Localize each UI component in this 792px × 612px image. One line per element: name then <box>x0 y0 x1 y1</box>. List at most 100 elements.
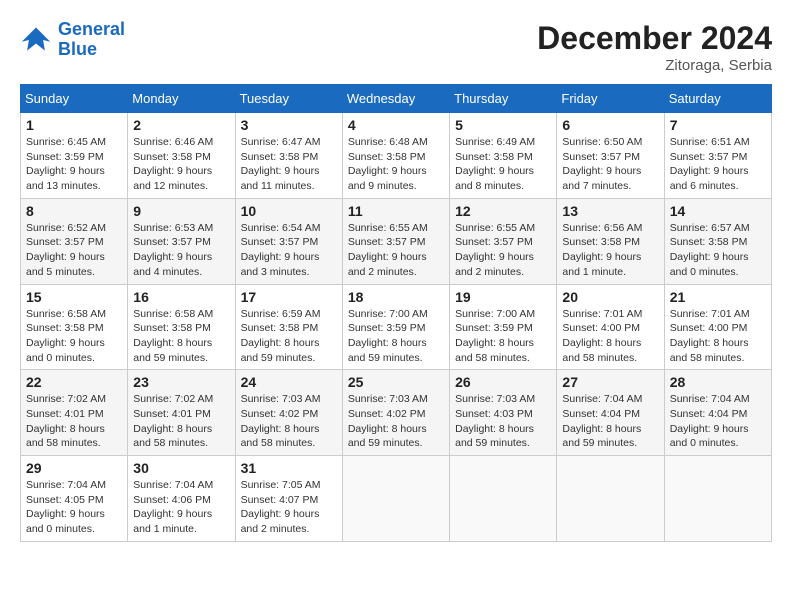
weekday-header-friday: Friday <box>557 85 664 113</box>
day-number: 24 <box>241 374 337 390</box>
day-number: 2 <box>133 117 229 133</box>
day-number: 31 <box>241 460 337 476</box>
calendar-cell: 15 Sunrise: 6:58 AMSunset: 3:58 PMDayligh… <box>21 284 128 370</box>
day-info: Sunrise: 6:58 AMSunset: 3:58 PMDaylight:… <box>133 307 229 366</box>
day-number: 7 <box>670 117 766 133</box>
day-info: Sunrise: 6:46 AMSunset: 3:58 PMDaylight:… <box>133 135 229 194</box>
day-info: Sunrise: 6:51 AMSunset: 3:57 PMDaylight:… <box>670 135 766 194</box>
day-info: Sunrise: 6:55 AMSunset: 3:57 PMDaylight:… <box>455 221 551 280</box>
calendar-cell: 6 Sunrise: 6:50 AMSunset: 3:57 PMDaylight… <box>557 113 664 199</box>
calendar-cell: 24 Sunrise: 7:03 AMSunset: 4:02 PMDayligh… <box>235 370 342 456</box>
day-info: Sunrise: 6:57 AMSunset: 3:58 PMDaylight:… <box>670 221 766 280</box>
day-number: 1 <box>26 117 122 133</box>
day-number: 4 <box>348 117 444 133</box>
day-number: 5 <box>455 117 551 133</box>
calendar-cell: 1 Sunrise: 6:45 AMSunset: 3:59 PMDaylight… <box>21 113 128 199</box>
day-number: 6 <box>562 117 658 133</box>
day-info: Sunrise: 7:04 AMSunset: 4:04 PMDaylight:… <box>670 392 766 451</box>
calendar-cell: 11Sunrise: 6:55 AMSunset: 3:57 PMDayligh… <box>342 198 449 284</box>
page-header: GeneralBlue December 2024 Zitoraga, Serb… <box>20 20 772 74</box>
day-info: Sunrise: 7:05 AMSunset: 4:07 PMDaylight:… <box>241 478 337 537</box>
day-number: 21 <box>670 289 766 305</box>
weekday-header-thursday: Thursday <box>450 85 557 113</box>
day-number: 18 <box>348 289 444 305</box>
calendar-cell: 29 Sunrise: 7:04 AMSunset: 4:05 PMDayligh… <box>21 456 128 542</box>
calendar-cell: 4 Sunrise: 6:48 AMSunset: 3:58 PMDaylight… <box>342 113 449 199</box>
location: Zitoraga, Serbia <box>537 57 772 74</box>
calendar-cell: 17 Sunrise: 6:59 AMSunset: 3:58 PMDayligh… <box>235 284 342 370</box>
calendar-cell <box>664 456 771 542</box>
day-info: Sunrise: 7:00 AMSunset: 3:59 PMDaylight:… <box>348 307 444 366</box>
calendar-cell: 14Sunrise: 6:57 AMSunset: 3:58 PMDayligh… <box>664 198 771 284</box>
calendar-cell: 8Sunrise: 6:52 AMSunset: 3:57 PMDaylight… <box>21 198 128 284</box>
calendar-cell: 10 Sunrise: 6:54 AMSunset: 3:57 PMDayligh… <box>235 198 342 284</box>
day-number: 19 <box>455 289 551 305</box>
calendar-cell: 16 Sunrise: 6:58 AMSunset: 3:58 PMDayligh… <box>128 284 235 370</box>
calendar-cell: 27 Sunrise: 7:04 AMSunset: 4:04 PMDayligh… <box>557 370 664 456</box>
calendar-cell: 2 Sunrise: 6:46 AMSunset: 3:58 PMDaylight… <box>128 113 235 199</box>
day-number: 16 <box>133 289 229 305</box>
day-number: 17 <box>241 289 337 305</box>
day-info: Sunrise: 6:50 AMSunset: 3:57 PMDaylight:… <box>562 135 658 194</box>
day-info: Sunrise: 6:45 AMSunset: 3:59 PMDaylight:… <box>26 135 122 194</box>
day-number: 3 <box>241 117 337 133</box>
calendar-cell <box>557 456 664 542</box>
day-number: 12 <box>455 203 551 219</box>
calendar-cell: 7 Sunrise: 6:51 AMSunset: 3:57 PMDaylight… <box>664 113 771 199</box>
calendar-cell: 28 Sunrise: 7:04 AMSunset: 4:04 PMDayligh… <box>664 370 771 456</box>
calendar-cell: 3 Sunrise: 6:47 AMSunset: 3:58 PMDaylight… <box>235 113 342 199</box>
day-info: Sunrise: 7:01 AMSunset: 4:00 PMDaylight:… <box>670 307 766 366</box>
calendar-cell: 30 Sunrise: 7:04 AMSunset: 4:06 PMDayligh… <box>128 456 235 542</box>
calendar-cell: 9Sunrise: 6:53 AMSunset: 3:57 PMDaylight… <box>128 198 235 284</box>
day-info: Sunrise: 7:04 AMSunset: 4:04 PMDaylight:… <box>562 392 658 451</box>
weekday-header-wednesday: Wednesday <box>342 85 449 113</box>
day-number: 10 <box>241 203 337 219</box>
day-info: Sunrise: 7:03 AMSunset: 4:02 PMDaylight:… <box>241 392 337 451</box>
logo: GeneralBlue <box>20 20 125 60</box>
calendar-cell: 12 Sunrise: 6:55 AMSunset: 3:57 PMDayligh… <box>450 198 557 284</box>
day-info: Sunrise: 6:47 AMSunset: 3:58 PMDaylight:… <box>241 135 337 194</box>
day-number: 30 <box>133 460 229 476</box>
calendar-cell: 31 Sunrise: 7:05 AMSunset: 4:07 PMDayligh… <box>235 456 342 542</box>
day-number: 29 <box>26 460 122 476</box>
calendar-table: SundayMondayTuesdayWednesdayThursdayFrid… <box>20 84 772 542</box>
day-info: Sunrise: 7:04 AMSunset: 4:05 PMDaylight:… <box>26 478 122 537</box>
day-number: 22 <box>26 374 122 390</box>
day-number: 27 <box>562 374 658 390</box>
calendar-cell: 21 Sunrise: 7:01 AMSunset: 4:00 PMDayligh… <box>664 284 771 370</box>
day-number: 25 <box>348 374 444 390</box>
day-info: Sunrise: 7:04 AMSunset: 4:06 PMDaylight:… <box>133 478 229 537</box>
day-number: 26 <box>455 374 551 390</box>
weekday-header-saturday: Saturday <box>664 85 771 113</box>
calendar-cell: 13Sunrise: 6:56 AMSunset: 3:58 PMDayligh… <box>557 198 664 284</box>
day-info: Sunrise: 6:49 AMSunset: 3:58 PMDaylight:… <box>455 135 551 194</box>
title-block: December 2024 Zitoraga, Serbia <box>537 20 772 74</box>
day-info: Sunrise: 7:02 AMSunset: 4:01 PMDaylight:… <box>26 392 122 451</box>
weekday-header-monday: Monday <box>128 85 235 113</box>
day-info: Sunrise: 6:48 AMSunset: 3:58 PMDaylight:… <box>348 135 444 194</box>
calendar-cell <box>342 456 449 542</box>
day-info: Sunrise: 7:03 AMSunset: 4:03 PMDaylight:… <box>455 392 551 451</box>
day-number: 15 <box>26 289 122 305</box>
calendar-cell <box>450 456 557 542</box>
day-info: Sunrise: 7:01 AMSunset: 4:00 PMDaylight:… <box>562 307 658 366</box>
day-info: Sunrise: 6:58 AMSunset: 3:58 PMDaylight:… <box>26 307 122 366</box>
calendar-cell: 18 Sunrise: 7:00 AMSunset: 3:59 PMDayligh… <box>342 284 449 370</box>
day-number: 28 <box>670 374 766 390</box>
calendar-cell: 5 Sunrise: 6:49 AMSunset: 3:58 PMDaylight… <box>450 113 557 199</box>
day-info: Sunrise: 6:52 AMSunset: 3:57 PMDaylight:… <box>26 221 122 280</box>
calendar-cell: 22 Sunrise: 7:02 AMSunset: 4:01 PMDayligh… <box>21 370 128 456</box>
day-number: 11 <box>348 203 444 219</box>
day-number: 13 <box>562 203 658 219</box>
calendar-cell: 25Sunrise: 7:03 AMSunset: 4:02 PMDayligh… <box>342 370 449 456</box>
day-info: Sunrise: 6:59 AMSunset: 3:58 PMDaylight:… <box>241 307 337 366</box>
month-title: December 2024 <box>537 20 772 57</box>
day-info: Sunrise: 7:02 AMSunset: 4:01 PMDaylight:… <box>133 392 229 451</box>
day-number: 23 <box>133 374 229 390</box>
calendar-cell: 20Sunrise: 7:01 AMSunset: 4:00 PMDayligh… <box>557 284 664 370</box>
logo-icon <box>20 24 52 56</box>
day-info: Sunrise: 6:53 AMSunset: 3:57 PMDaylight:… <box>133 221 229 280</box>
calendar-cell: 19Sunrise: 7:00 AMSunset: 3:59 PMDayligh… <box>450 284 557 370</box>
logo-text: GeneralBlue <box>58 20 125 60</box>
day-info: Sunrise: 6:54 AMSunset: 3:57 PMDaylight:… <box>241 221 337 280</box>
